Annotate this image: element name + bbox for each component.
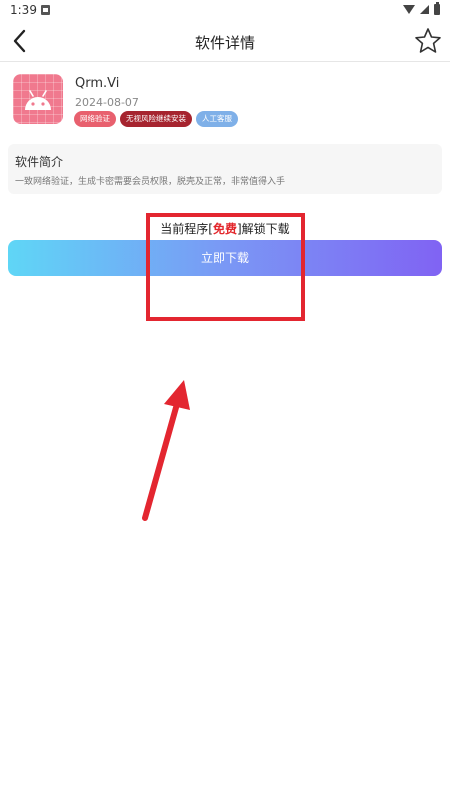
annotation-arrow-icon [142,380,190,521]
